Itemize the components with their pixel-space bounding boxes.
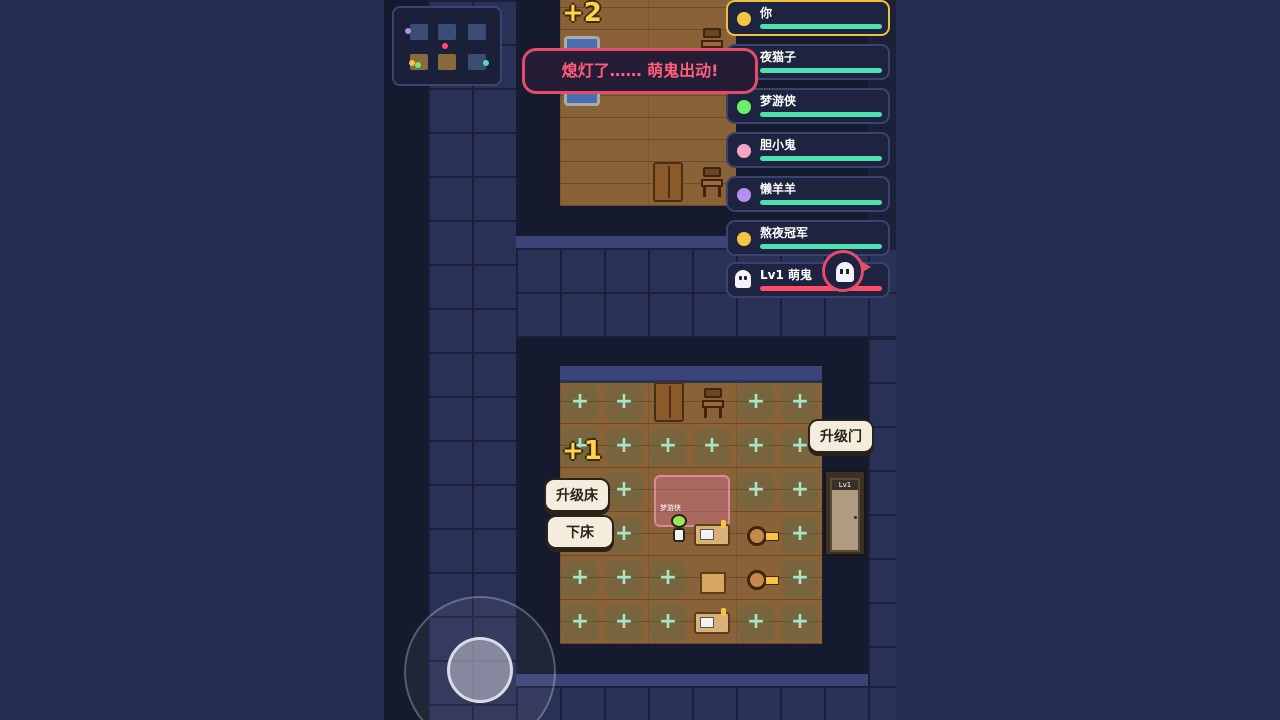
player-color-dot <box>737 232 751 246</box>
player-hp-bar <box>760 156 882 161</box>
build-slot-plus[interactable]: + <box>606 605 642 641</box>
upgrade-bed-button[interactable]: 升级床 <box>544 478 610 512</box>
player-hp-bar <box>760 24 882 29</box>
door-level-tag: Lv1 <box>832 480 858 490</box>
build-slot-plus[interactable]: + <box>782 385 818 421</box>
player-character <box>668 512 690 546</box>
chair[interactable] <box>702 388 724 418</box>
build-slot-plus[interactable]: + <box>738 429 774 465</box>
get-off-bed-button[interactable]: 下床 <box>546 515 614 549</box>
room-bottom-top-wall <box>560 366 822 383</box>
player-hp-bar <box>760 112 882 117</box>
defense-turret[interactable] <box>747 570 781 592</box>
player-name: 熬夜冠军 <box>760 226 809 240</box>
desk[interactable] <box>694 608 730 634</box>
build-slot-plus[interactable]: + <box>650 605 686 641</box>
build-slot-plus[interactable]: + <box>562 561 598 597</box>
build-slot-plus[interactable]: + <box>738 605 774 641</box>
build-slot-plus[interactable]: + <box>782 517 818 553</box>
corridor-bottom <box>516 686 896 720</box>
build-slot-plus[interactable]: + <box>562 385 598 421</box>
player-color-dot <box>737 188 751 202</box>
build-slot-plus[interactable]: + <box>782 561 818 597</box>
build-slot-plus[interactable]: + <box>650 561 686 597</box>
ghost-label: Lv1 萌鬼 <box>760 268 812 282</box>
ghost-locator-icon[interactable] <box>822 250 871 292</box>
player-row: 梦游侠 <box>726 88 890 124</box>
build-slot-plus[interactable]: + <box>606 473 642 509</box>
player-hp-bar <box>760 244 882 249</box>
player-row: 胆小鬼 <box>726 132 890 168</box>
bed-slot-highlight <box>654 475 730 527</box>
player-color-dot <box>737 100 751 114</box>
player-name: 夜猫子 <box>760 50 797 64</box>
game-viewport: +2 + + + + + + + + + + + + + + + + + + + + + + + + 梦游侠 Lv1 +1 升… <box>384 0 896 720</box>
player-row: 熬夜冠军 <box>726 220 890 256</box>
wardrobe[interactable] <box>654 382 684 422</box>
build-slot-plus[interactable]: + <box>606 429 642 465</box>
build-slot-plus[interactable]: + <box>606 385 642 421</box>
build-slot-plus[interactable]: + <box>782 605 818 641</box>
player-hp-bar <box>760 200 882 205</box>
player-name: 懒羊羊 <box>760 182 797 196</box>
player-name: 梦游侠 <box>760 94 797 108</box>
joystick-knob[interactable] <box>447 637 513 703</box>
build-slot-plus[interactable]: + <box>650 429 686 465</box>
chair[interactable] <box>701 167 723 197</box>
player-row: 你 <box>726 0 890 36</box>
corridor-right <box>868 338 896 720</box>
wardrobe[interactable] <box>653 162 683 202</box>
player-color-dot <box>737 12 751 26</box>
player-color-dot <box>737 144 751 158</box>
minimap[interactable] <box>392 6 502 86</box>
wall-left-edge <box>384 0 428 720</box>
lights-out-banner: 熄灯了…… 萌鬼出动! <box>522 48 758 94</box>
build-slot-plus[interactable]: + <box>738 473 774 509</box>
room-door[interactable]: Lv1 <box>824 470 866 556</box>
coin-gain-top: +2 <box>562 0 602 28</box>
storage-box[interactable] <box>700 572 726 594</box>
coin-gain-left: +1 <box>562 436 602 466</box>
ghost-icon <box>735 270 751 288</box>
build-slot-plus[interactable]: + <box>782 473 818 509</box>
upgrade-door-button[interactable]: 升级门 <box>808 419 874 453</box>
player-name: 胆小鬼 <box>760 138 797 152</box>
ghost-hp-bar <box>760 286 882 291</box>
player-hp-bar <box>760 68 882 73</box>
player-name: 你 <box>760 6 773 20</box>
build-slot-plus[interactable]: + <box>606 561 642 597</box>
build-slot-plus[interactable]: + <box>738 385 774 421</box>
defense-turret[interactable] <box>747 526 781 548</box>
player-row: 懒羊羊 <box>726 176 890 212</box>
build-slot-plus[interactable]: + <box>562 605 598 641</box>
build-slot-plus[interactable]: + <box>694 429 730 465</box>
desk[interactable] <box>694 520 730 546</box>
